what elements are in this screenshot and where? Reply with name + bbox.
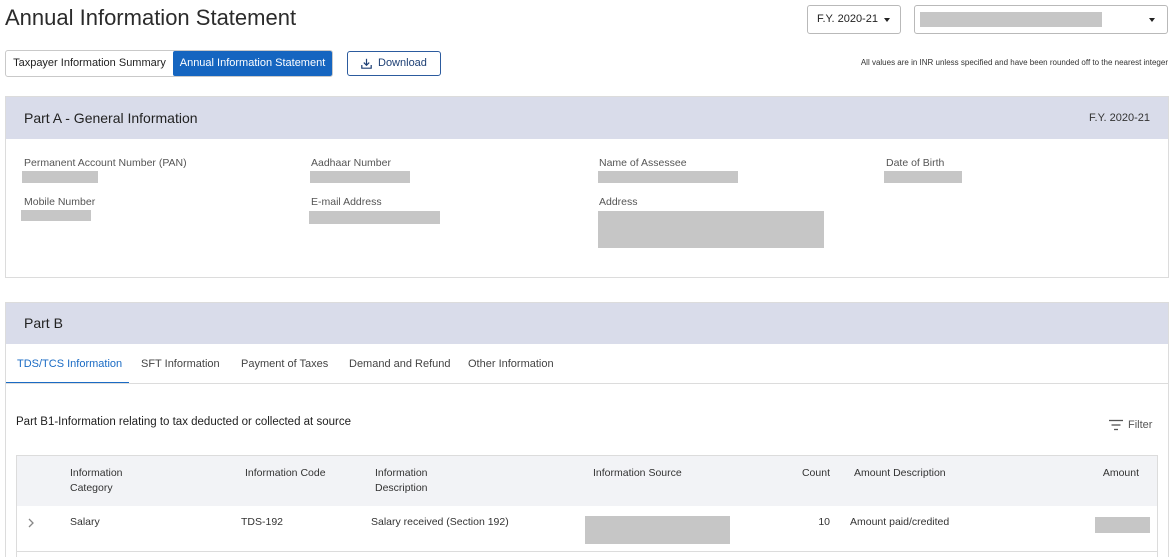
- part-a-card: Part A - General Information F.Y. 2020-2…: [5, 96, 1169, 278]
- caret-down-icon: [884, 18, 890, 22]
- download-label: Download: [378, 57, 427, 69]
- tab-other-information[interactable]: Other Information: [456, 344, 563, 384]
- date-of-birth-label: Date of Birth: [886, 157, 945, 169]
- view-toggle: Taxpayer Information Summary Annual Info…: [5, 50, 333, 77]
- pan-label: Permanent Account Number (PAN): [24, 157, 187, 169]
- redacted-email-value: [309, 211, 440, 224]
- financial-year-value: F.Y. 2020-21: [817, 13, 878, 25]
- filter-label: Filter: [1128, 419, 1153, 431]
- part-b-header: Part B: [6, 303, 1168, 344]
- tab-tds-tcs-information[interactable]: TDS/TCS Information: [6, 344, 129, 384]
- part-a-fy: F.Y. 2020-21: [1089, 112, 1150, 124]
- tab-demand-and-refund[interactable]: Demand and Refund: [337, 344, 456, 384]
- redacted-date-of-birth-value: [884, 171, 962, 183]
- tab-payment-of-taxes[interactable]: Payment of Taxes: [229, 344, 337, 384]
- redacted-mobile-value: [21, 210, 91, 221]
- redacted-amount: [1095, 517, 1150, 533]
- tab-sft-information[interactable]: SFT Information: [129, 344, 229, 384]
- download-icon: [361, 58, 372, 69]
- tds-tcs-table: Information Category Information Code In…: [16, 455, 1158, 557]
- column-header-count[interactable]: Count: [780, 466, 830, 481]
- currency-note: All values are in INR unless specified a…: [860, 58, 1168, 67]
- tab-label: Demand and Refund: [349, 358, 451, 370]
- email-label: E-mail Address: [311, 196, 382, 208]
- cell-information-code: TDS-192: [241, 516, 284, 528]
- column-header-information-code[interactable]: Information Code: [245, 466, 326, 481]
- download-button[interactable]: Download: [347, 51, 441, 76]
- tab-divider: [6, 383, 1168, 384]
- chevron-right-icon[interactable]: [27, 518, 35, 528]
- redacted-pan-value: [22, 171, 98, 183]
- table-header-row: Information Category Information Code In…: [17, 456, 1157, 506]
- taxpayer-summary-toggle[interactable]: Taxpayer Information Summary: [6, 51, 173, 76]
- column-header-information-source[interactable]: Information Source: [593, 466, 682, 481]
- cell-information-category: Salary: [70, 516, 100, 528]
- cell-information-description: Salary received (Section 192): [371, 516, 509, 528]
- redacted-assessee-name-value: [598, 171, 738, 183]
- filter-icon: [1109, 419, 1123, 431]
- redacted-aadhaar-value: [310, 171, 410, 183]
- mobile-label: Mobile Number: [24, 196, 96, 208]
- filter-button[interactable]: Filter: [1109, 418, 1159, 432]
- column-header-information-description[interactable]: Information Description: [375, 466, 455, 496]
- tab-label: TDS/TCS Information: [17, 358, 123, 370]
- redacted-select-value: [920, 12, 1102, 27]
- table-row[interactable]: Salary TDS-192 Salary received (Section …: [17, 506, 1157, 552]
- cell-amount-description: Amount paid/credited: [850, 516, 950, 528]
- redacted-address-value: [598, 211, 824, 248]
- part-a-header: Part A - General Information F.Y. 2020-2…: [6, 97, 1168, 139]
- section-title: Part B1-Information relating to tax dedu…: [16, 416, 351, 428]
- part-b-title: Part B: [24, 315, 63, 331]
- aadhaar-label: Aadhaar Number: [311, 157, 391, 169]
- address-label: Address: [599, 196, 638, 208]
- part-a-title: Part A - General Information: [24, 110, 198, 126]
- column-header-amount-description[interactable]: Amount Description: [854, 466, 946, 481]
- column-header-information-category[interactable]: Information Category: [70, 466, 150, 496]
- annual-statement-toggle[interactable]: Annual Information Statement: [173, 51, 332, 76]
- tab-label: Payment of Taxes: [241, 358, 329, 370]
- page-title: Annual Information Statement: [5, 5, 297, 30]
- caret-down-icon: [1149, 18, 1155, 22]
- assessee-name-label: Name of Assessee: [599, 157, 687, 169]
- tab-label: Other Information: [468, 358, 554, 370]
- tab-label: SFT Information: [141, 358, 220, 370]
- column-header-amount[interactable]: Amount: [1089, 466, 1139, 481]
- financial-year-select[interactable]: F.Y. 2020-21: [807, 5, 901, 34]
- secondary-select[interactable]: [914, 5, 1168, 34]
- redacted-information-source: [585, 516, 730, 544]
- cell-count: 10: [818, 516, 830, 528]
- part-b-card: Part B TDS/TCS Information SFT Informati…: [5, 302, 1169, 557]
